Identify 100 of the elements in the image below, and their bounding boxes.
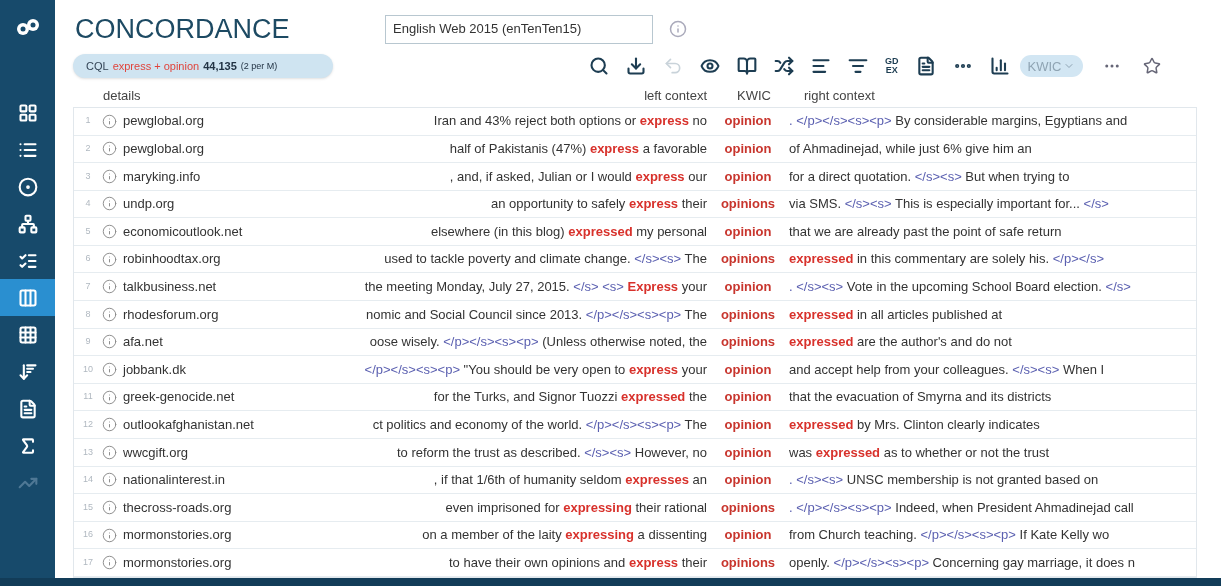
kwic-cell[interactable]: opinion bbox=[707, 442, 789, 463]
download-icon[interactable] bbox=[626, 56, 646, 77]
info-icon[interactable] bbox=[102, 527, 117, 543]
info-icon[interactable] bbox=[102, 113, 117, 129]
kwic-cell[interactable]: opinion bbox=[707, 415, 789, 435]
left-context: for the Turks, and Signor Tuozzi expressed the bbox=[433, 388, 707, 407]
left-context: half of Pakistanis (47%) express a favorable bbox=[449, 140, 707, 159]
info-icon[interactable] bbox=[102, 472, 117, 488]
column-header: left context bbox=[643, 86, 707, 105]
document-icon bbox=[17, 398, 38, 419]
kwic-cell[interactable]: opinion bbox=[707, 221, 789, 242]
right-context: . </p></s><s><p> By considerable margins, Egyptians and bbox=[789, 112, 1128, 131]
left-context: , and, if asked, Julian or I would express our bbox=[449, 167, 707, 186]
source-cell-text: pewglobal.org bbox=[123, 140, 205, 159]
row-number: 3 bbox=[84, 169, 92, 183]
info-icon[interactable] bbox=[102, 196, 117, 212]
kwic-cell[interactable]: opinion bbox=[707, 277, 789, 297]
info-icon[interactable] bbox=[102, 555, 117, 571]
kwic-cell[interactable]: opinions bbox=[707, 304, 789, 325]
row-number: 17 bbox=[82, 555, 94, 569]
info-icon[interactable] bbox=[102, 306, 117, 322]
grid-icon bbox=[17, 324, 38, 345]
left-context: an opportunity to safely express their bbox=[490, 195, 707, 214]
left-context: oose wisely. </p></s><s><p> (Unless otherwise noted, the bbox=[369, 333, 707, 352]
star-icon[interactable] bbox=[1143, 57, 1162, 76]
book-icon[interactable] bbox=[737, 56, 757, 77]
right-context: . </p></s><s><p> Indeed, when President Ahmadinejad call bbox=[789, 498, 1134, 517]
row-number: 2 bbox=[84, 142, 92, 156]
left-context: Iran and 43% reject both options or express no bbox=[433, 112, 707, 131]
source-cell-text: mormonstories.org bbox=[123, 553, 233, 572]
info-icon[interactable] bbox=[102, 444, 117, 460]
row-number: 7 bbox=[84, 280, 92, 293]
info-icon[interactable] bbox=[102, 141, 117, 157]
kwic-cell[interactable]: opinions bbox=[707, 497, 789, 518]
kwic-cell[interactable]: opinion bbox=[707, 525, 789, 545]
kwic-cell[interactable]: opinion bbox=[707, 470, 789, 490]
chart-icon[interactable] bbox=[989, 56, 1010, 77]
kwic-cell[interactable]: opinion bbox=[707, 111, 789, 131]
source-cell-text: economicoutlook.net bbox=[123, 222, 244, 241]
info-icon[interactable] bbox=[102, 334, 117, 350]
left-context: , if that 1/6th of humanity seldom expresses an bbox=[433, 471, 707, 490]
row-number: 12 bbox=[82, 418, 94, 431]
right-context: expressed in this commentary are solely his. </p></s> bbox=[789, 250, 1105, 269]
shuffle-icon[interactable] bbox=[774, 56, 794, 77]
right-context: and accept help from your colleagues. </s><s> When I bbox=[789, 360, 1105, 379]
gdex-button[interactable]: GD EX bbox=[885, 57, 899, 76]
info-icon[interactable] bbox=[102, 279, 117, 295]
source-cell-text: pewglobal.org bbox=[123, 112, 205, 131]
left-context: elsewhere (in this blog) expressed my personal bbox=[430, 222, 707, 241]
right-context: from Church teaching. </p></s><s><p> If Kate Kelly wo bbox=[789, 526, 1110, 545]
kwic-cell[interactable]: opinion bbox=[707, 359, 789, 380]
right-context: . </s><s> UNSC membership is not granted based on bbox=[789, 471, 1099, 490]
search-icon[interactable] bbox=[589, 56, 609, 77]
source-cell-text: nationalinterest.in bbox=[123, 471, 226, 490]
left-context: to have their own opinions and express their bbox=[448, 553, 707, 572]
kwic-cell[interactable]: opinions bbox=[707, 332, 789, 352]
source-cell-text: talkbusiness.net bbox=[123, 278, 218, 296]
right-context: . </s><s> Vote in the upcoming School Board election. </s> bbox=[789, 278, 1131, 296]
row-number: 14 bbox=[82, 473, 94, 487]
source-cell-text: thecross-roads.org bbox=[123, 498, 233, 517]
source-cell-text: jobbank.dk bbox=[123, 360, 187, 379]
dashboard-icon bbox=[17, 102, 38, 123]
left-context: the meeting Monday, July 27, 2015. </s> <s> Express your bbox=[364, 278, 707, 296]
left-context: even imprisoned for expressing their rational bbox=[445, 498, 707, 517]
right-context: expressed by Mrs. Clinton clearly indicates bbox=[789, 416, 1040, 434]
row-number: 1 bbox=[84, 114, 92, 128]
row-number: 4 bbox=[84, 197, 92, 211]
right-context: for a direct quotation. </s><s> But when trying to bbox=[789, 167, 1070, 186]
kwic-cell[interactable]: opinion bbox=[707, 139, 789, 159]
source-cell-text: robinhoodtax.org bbox=[123, 250, 222, 269]
info-icon[interactable] bbox=[102, 251, 117, 267]
target-icon bbox=[17, 176, 38, 197]
source-cell-text: outlookafghanistan.net bbox=[123, 416, 255, 434]
document-icon[interactable] bbox=[915, 56, 936, 77]
column-header: KWIC bbox=[737, 86, 771, 105]
kwic-cell[interactable]: opinions bbox=[707, 249, 789, 269]
right-context: that we are already past the point of safe return bbox=[789, 222, 1062, 241]
kwic-cell[interactable]: opinion bbox=[707, 387, 789, 407]
info-icon[interactable] bbox=[102, 168, 117, 184]
source-cell-text: maryking.info bbox=[123, 167, 202, 186]
info-icon[interactable] bbox=[102, 417, 117, 433]
right-context: expressed in all articles published at bbox=[789, 305, 1003, 324]
source-cell-text: afa.net bbox=[123, 333, 164, 352]
info-icon[interactable] bbox=[102, 224, 117, 240]
row-number: 8 bbox=[84, 307, 92, 321]
kwic-cell[interactable]: opinions bbox=[707, 552, 789, 573]
column-header: right context bbox=[803, 86, 875, 105]
row-number: 6 bbox=[84, 252, 92, 266]
info-icon[interactable] bbox=[102, 500, 117, 515]
query-chip[interactable]: CQL express + opinion 44,135 (2 per M) bbox=[73, 54, 333, 79]
left-context: to reform the trust as described. </s><s> However, no bbox=[397, 443, 707, 462]
corpus-field[interactable]: English Web 2015 (enTenTen15) bbox=[385, 14, 653, 44]
info-icon[interactable] bbox=[102, 389, 117, 405]
right-context: that the evacuation of Smyrna and its districts bbox=[789, 388, 1052, 407]
kwic-cell[interactable]: opinions bbox=[707, 194, 789, 214]
kwic-cell[interactable]: opinion bbox=[707, 166, 789, 187]
row-number: 13 bbox=[82, 445, 94, 459]
left-context: </p></s><s><p> "You should be very open to express your bbox=[364, 360, 707, 379]
info-icon[interactable] bbox=[102, 362, 117, 378]
right-context: openly. </p></s><s><p> Concerning gay marriage, it does n bbox=[789, 553, 1135, 572]
